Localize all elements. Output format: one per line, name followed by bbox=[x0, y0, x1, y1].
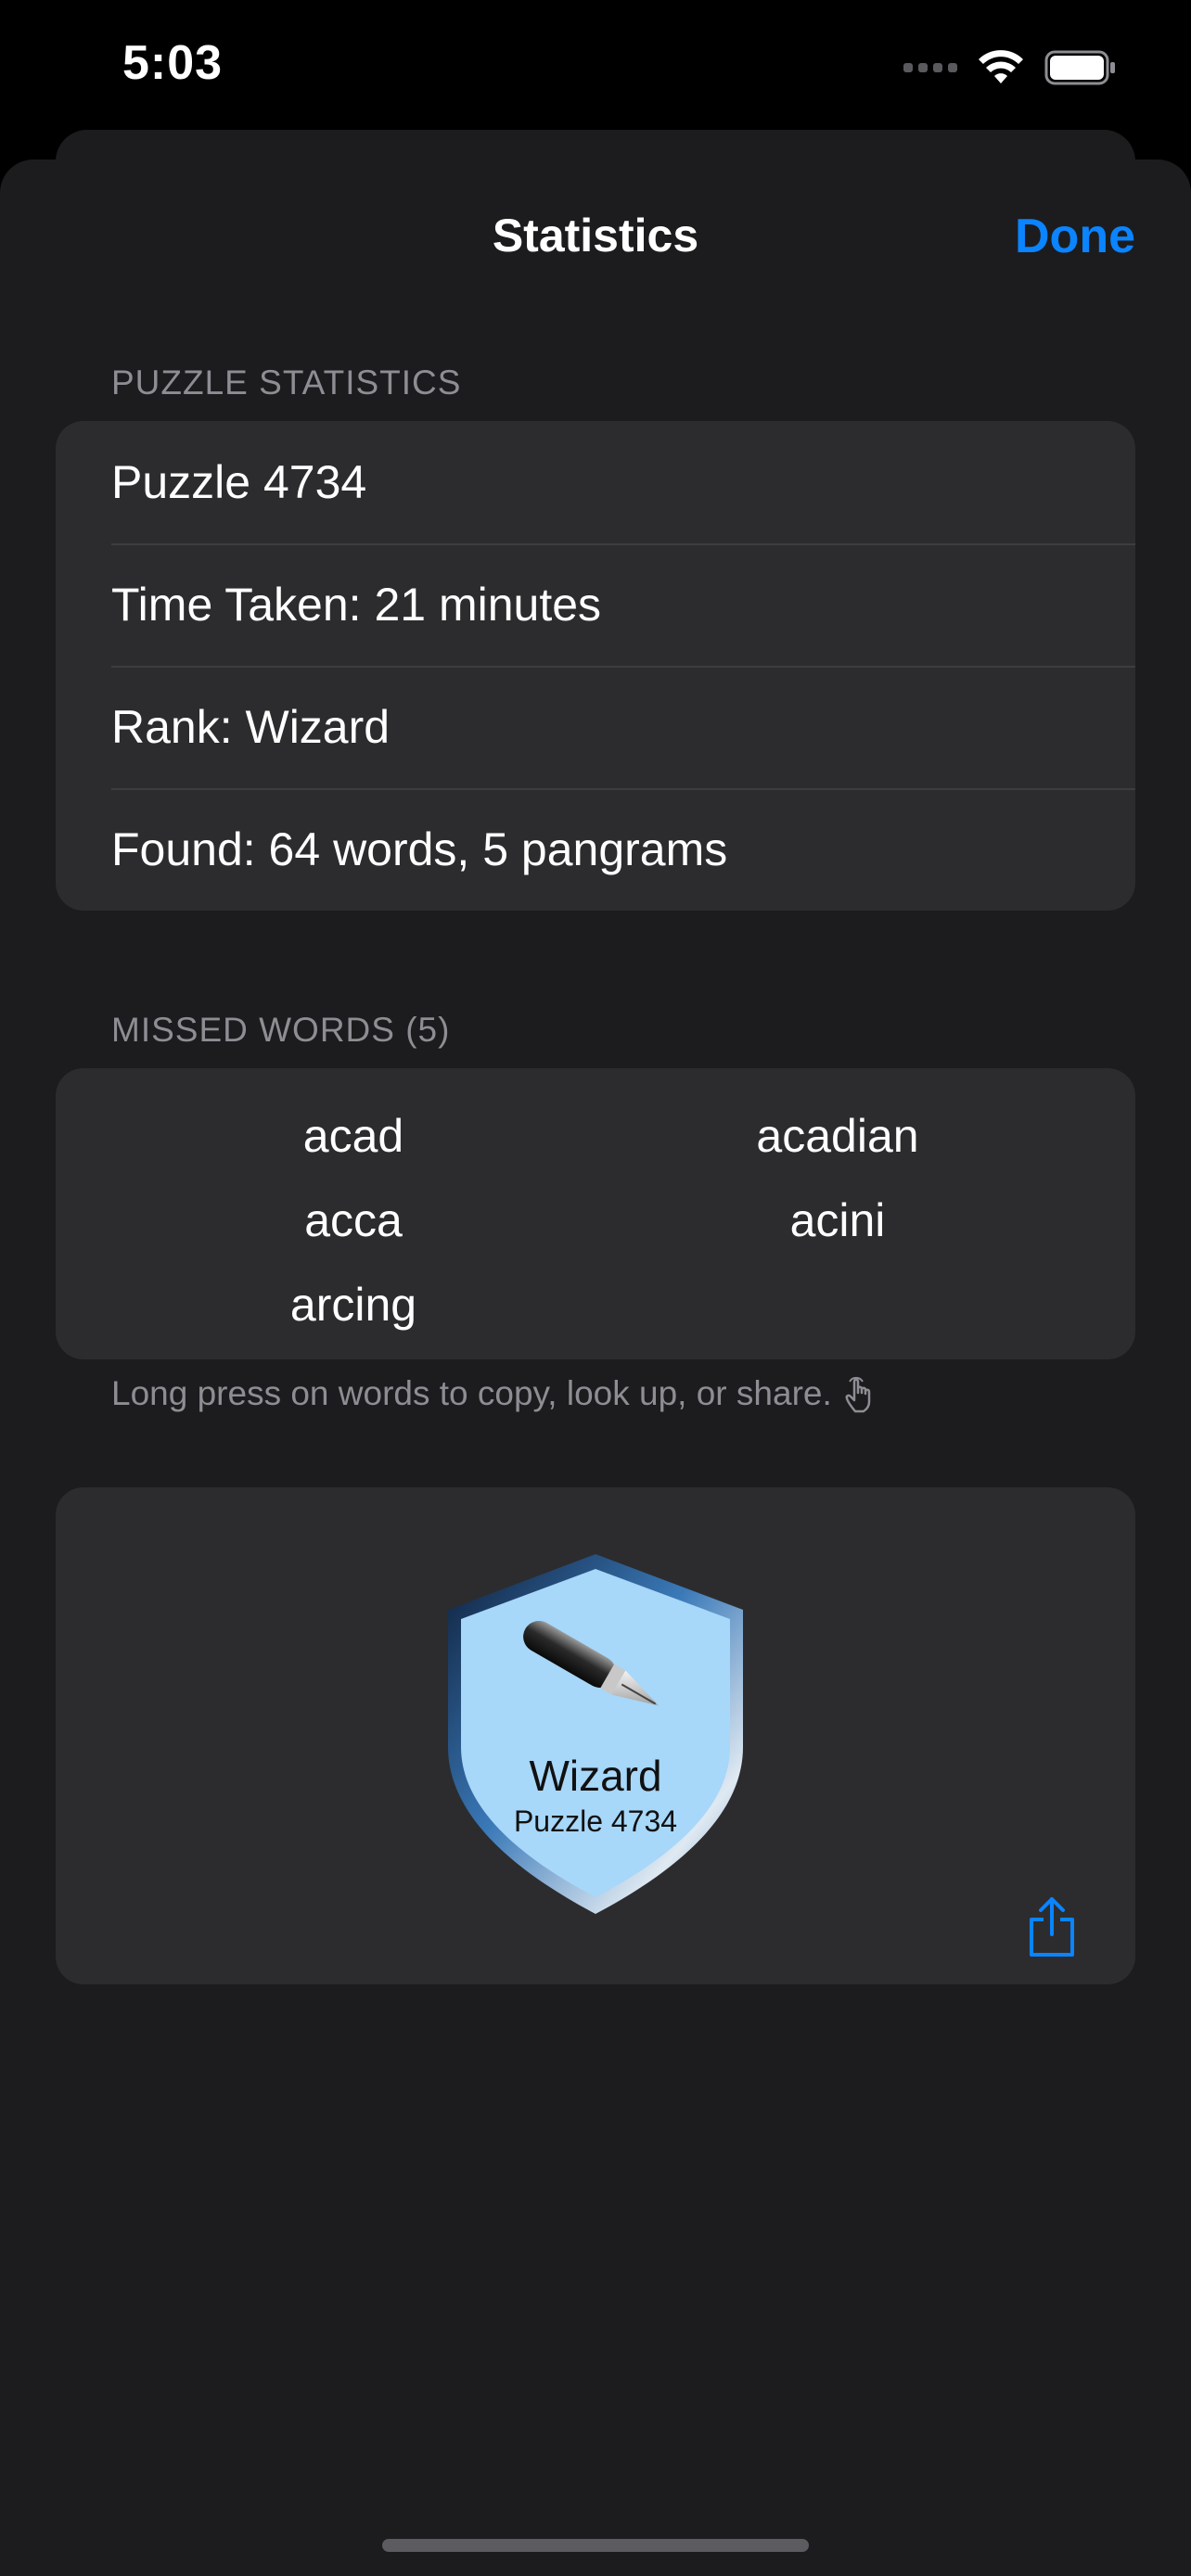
missed-word[interactable]: acadian bbox=[596, 1094, 1080, 1179]
fountain-pen-icon bbox=[523, 1621, 660, 1706]
missed-word[interactable]: acca bbox=[111, 1179, 596, 1263]
badge-puzzle: Puzzle 4734 bbox=[513, 1804, 678, 1838]
missed-words-footer: Long press on words to copy, look up, or… bbox=[111, 1374, 878, 1413]
hand-point-icon bbox=[845, 1376, 870, 1413]
cellular-signal-icon bbox=[903, 63, 957, 72]
stat-row-time-taken: Time Taken: 21 minutes bbox=[56, 543, 1135, 666]
puzzle-statistics-header: PUZZLE STATISTICS bbox=[111, 363, 462, 402]
badge-rank: Wizard bbox=[529, 1752, 662, 1800]
missed-words-grid: acad acadian acca acini arcing bbox=[56, 1068, 1135, 1373]
battery-icon bbox=[1044, 50, 1115, 85]
stat-row-puzzle: Puzzle 4734 bbox=[111, 456, 367, 508]
status-icons bbox=[903, 46, 1117, 89]
wifi-icon bbox=[979, 50, 1023, 83]
status-bar: 5:03 bbox=[0, 0, 1191, 130]
missed-words-footer-text: Long press on words to copy, look up, or… bbox=[111, 1374, 832, 1412]
missed-word[interactable]: acini bbox=[596, 1179, 1080, 1263]
home-indicator bbox=[382, 2539, 809, 2552]
stat-row-rank: Rank: Wizard bbox=[56, 666, 1135, 788]
missed-word[interactable]: arcing bbox=[111, 1263, 596, 1347]
missed-word[interactable]: acad bbox=[111, 1094, 596, 1179]
nav-title: Statistics bbox=[492, 210, 699, 261]
puzzle-statistics-group: Puzzle 4734 Time Taken: 21 minutes Rank:… bbox=[56, 421, 1135, 911]
missed-words-header: MISSED WORDS (5) bbox=[111, 1011, 451, 1049]
done-button[interactable]: Done bbox=[1015, 209, 1135, 264]
missed-words-group: acad acadian acca acini arcing bbox=[56, 1068, 1135, 1359]
rank-badge: Wizard Puzzle 4734 bbox=[441, 1549, 750, 1919]
stat-row-found: Found: 64 words, 5 pangrams bbox=[56, 788, 1135, 911]
shield-icon bbox=[448, 1554, 743, 1914]
status-time: 5:03 bbox=[122, 36, 224, 90]
share-icon[interactable] bbox=[1026, 1895, 1078, 1958]
